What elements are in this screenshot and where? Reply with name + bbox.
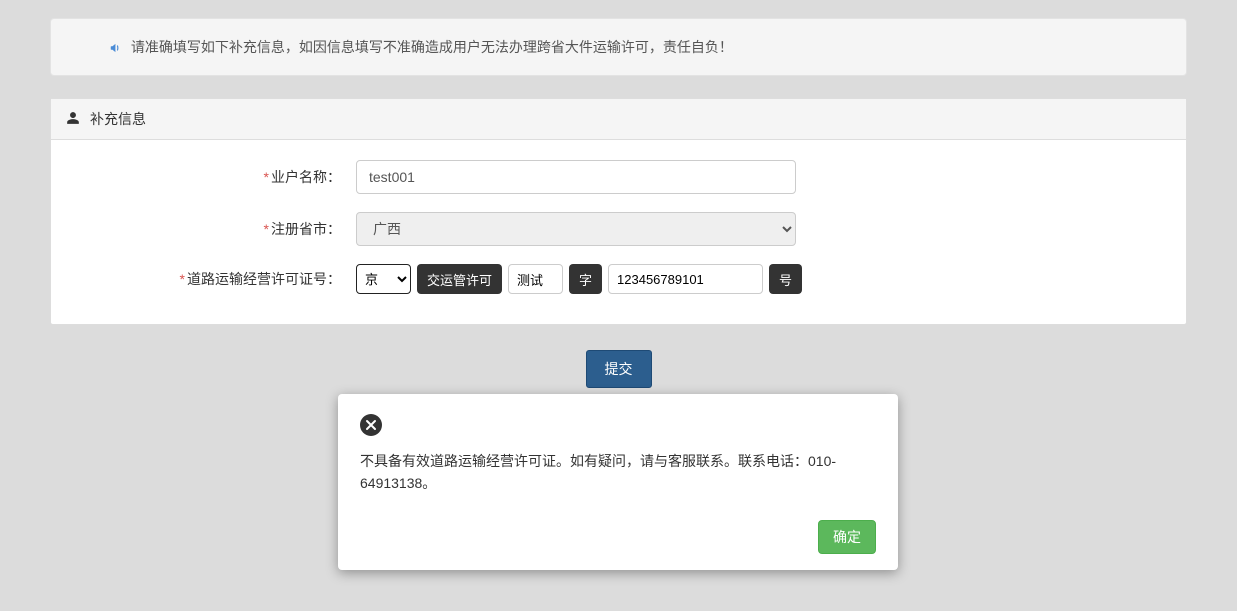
- license-text1-input[interactable]: [508, 264, 563, 294]
- license-label: *道路运输经营许可证号：: [76, 269, 356, 289]
- panel-heading: 补充信息: [51, 99, 1186, 140]
- alert-text: 请准确填写如下补充信息，如因信息填写不准确造成用户无法办理跨省大件运输许可，责任…: [131, 39, 733, 55]
- license-char-tag: 字: [569, 264, 602, 294]
- user-icon: [66, 111, 80, 128]
- close-icon[interactable]: [360, 414, 382, 436]
- ok-button[interactable]: 确定: [818, 520, 876, 554]
- error-modal: 不具备有效道路运输经营许可证。如有疑问，请与客服联系。联系电话：010-6491…: [338, 394, 898, 570]
- province-label: *注册省市：: [76, 219, 356, 239]
- modal-message: 不具备有效道路运输经营许可证。如有疑问，请与客服联系。联系电话：010-6491…: [360, 450, 876, 495]
- owner-name-input[interactable]: [356, 160, 796, 194]
- province-select[interactable]: 广西: [356, 212, 796, 246]
- alert-banner: 请准确填写如下补充信息，如因信息填写不准确造成用户无法办理跨省大件运输许可，责任…: [50, 18, 1187, 76]
- panel-title: 补充信息: [90, 109, 146, 129]
- license-number-input[interactable]: [608, 264, 763, 294]
- submit-button[interactable]: 提交: [586, 350, 652, 388]
- owner-name-label: *业户名称：: [76, 167, 356, 187]
- megaphone-icon: [109, 39, 131, 55]
- license-prefix-select[interactable]: 京: [356, 264, 411, 294]
- supplementary-info-panel: 补充信息 *业户名称： *注册省市： 广西 *道路运输经营许可证号：: [50, 98, 1187, 325]
- license-type-tag: 交运管许可: [417, 264, 502, 294]
- license-suffix-tag: 号: [769, 264, 802, 294]
